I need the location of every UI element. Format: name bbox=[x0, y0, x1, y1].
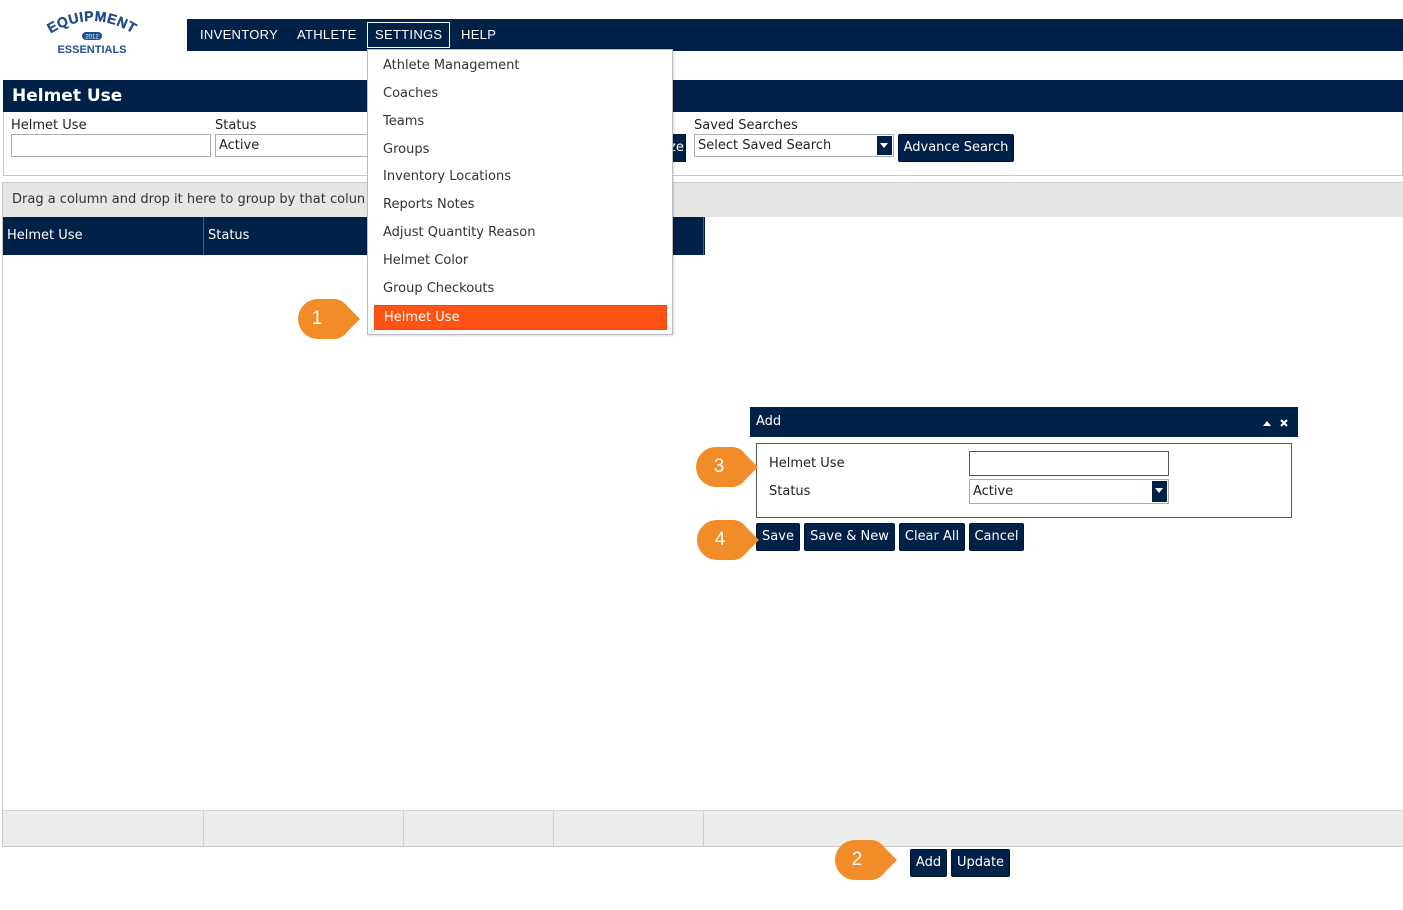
logo-year: 2012 bbox=[85, 35, 99, 41]
helmet-use-filter-input[interactable] bbox=[11, 134, 211, 157]
equipment-essentials-logo[interactable]: EQUIPMENT 2012 ESSENTIALS bbox=[44, 8, 140, 60]
menu-item-inventory-locations[interactable]: Inventory Locations bbox=[374, 165, 667, 189]
close-icon[interactable] bbox=[1279, 418, 1289, 428]
dialog-status-select[interactable]: Active bbox=[969, 479, 1169, 504]
status-filter-select[interactable]: Active bbox=[215, 134, 375, 157]
menu-item-teams[interactable]: Teams bbox=[374, 110, 667, 134]
group-by-drop-zone[interactable]: Drag a column and drop it here to group … bbox=[3, 183, 1403, 217]
menu-item-adjust-quantity-reason[interactable]: Adjust Quantity Reason bbox=[374, 221, 667, 245]
menu-item-reports-notes[interactable]: Reports Notes bbox=[374, 193, 667, 217]
helmet-use-filter-label: Helmet Use bbox=[11, 118, 87, 133]
footer-cell bbox=[3, 811, 204, 846]
dropdown-arrow-icon bbox=[1152, 481, 1167, 502]
add-dialog-form: Helmet Use Status Active bbox=[756, 443, 1292, 518]
menu-item-helmet-color[interactable]: Helmet Color bbox=[374, 249, 667, 273]
add-button[interactable]: Add bbox=[910, 849, 947, 877]
grid-footer bbox=[3, 810, 1403, 846]
menu-item-group-checkouts[interactable]: Group Checkouts bbox=[374, 277, 667, 301]
dialog-status-value: Active bbox=[973, 484, 1014, 499]
menu-item-groups[interactable]: Groups bbox=[374, 138, 667, 162]
callout-number: 3 bbox=[713, 456, 725, 477]
footer-cell bbox=[204, 811, 404, 846]
clear-all-button[interactable]: Clear All bbox=[899, 523, 965, 551]
add-dialog-title-bar[interactable]: Add bbox=[750, 407, 1298, 437]
settings-menu: Athlete Management Coaches Teams Groups … bbox=[367, 49, 673, 335]
callout-step-1: 1 bbox=[298, 299, 360, 339]
dialog-helmet-use-label: Helmet Use bbox=[769, 456, 845, 471]
menu-item-helmet-use[interactable]: Helmet Use bbox=[374, 305, 667, 330]
add-dialog-title: Add bbox=[756, 414, 782, 429]
dialog-status-label: Status bbox=[769, 484, 811, 499]
nav-help[interactable]: HELP bbox=[454, 22, 503, 48]
saved-searches-label: Saved Searches bbox=[694, 118, 798, 133]
callout-number: 4 bbox=[714, 529, 726, 550]
nav-athlete[interactable]: ATHLETE bbox=[290, 22, 364, 48]
callout-step-2: 2 bbox=[835, 840, 897, 880]
collapse-icon[interactable] bbox=[1262, 419, 1272, 427]
footer-cell bbox=[554, 811, 704, 846]
callout-number: 2 bbox=[851, 849, 863, 870]
save-and-new-button[interactable]: Save & New bbox=[804, 523, 895, 551]
callout-step-3: 3 bbox=[696, 447, 758, 487]
status-filter-value: Active bbox=[219, 138, 260, 153]
saved-searches-value: Select Saved Search bbox=[698, 138, 832, 153]
advance-search-button[interactable]: Advance Search bbox=[898, 134, 1014, 162]
page-title: Helmet Use bbox=[3, 80, 1403, 112]
nav-settings[interactable]: SETTINGS bbox=[367, 22, 451, 48]
menu-item-athlete-management[interactable]: Athlete Management bbox=[374, 54, 667, 78]
callout-number: 1 bbox=[311, 308, 323, 329]
saved-searches-select[interactable]: Select Saved Search bbox=[694, 134, 894, 157]
update-button[interactable]: Update bbox=[951, 849, 1010, 877]
callout-step-4: 4 bbox=[697, 520, 759, 560]
footer-cell bbox=[404, 811, 554, 846]
nav-inventory[interactable]: INVENTORY bbox=[193, 22, 285, 48]
cancel-button[interactable]: Cancel bbox=[969, 523, 1024, 551]
dropdown-arrow-icon bbox=[877, 136, 892, 155]
main-nav: INVENTORY ATHLETE SETTINGS HELP bbox=[187, 19, 1403, 51]
menu-item-coaches[interactable]: Coaches bbox=[374, 82, 667, 106]
dialog-helmet-use-input[interactable] bbox=[969, 451, 1169, 476]
column-header-helmet-use[interactable]: Helmet Use bbox=[3, 217, 204, 255]
status-filter-label: Status bbox=[215, 118, 257, 133]
logo-line2: ESSENTIALS bbox=[57, 44, 126, 56]
